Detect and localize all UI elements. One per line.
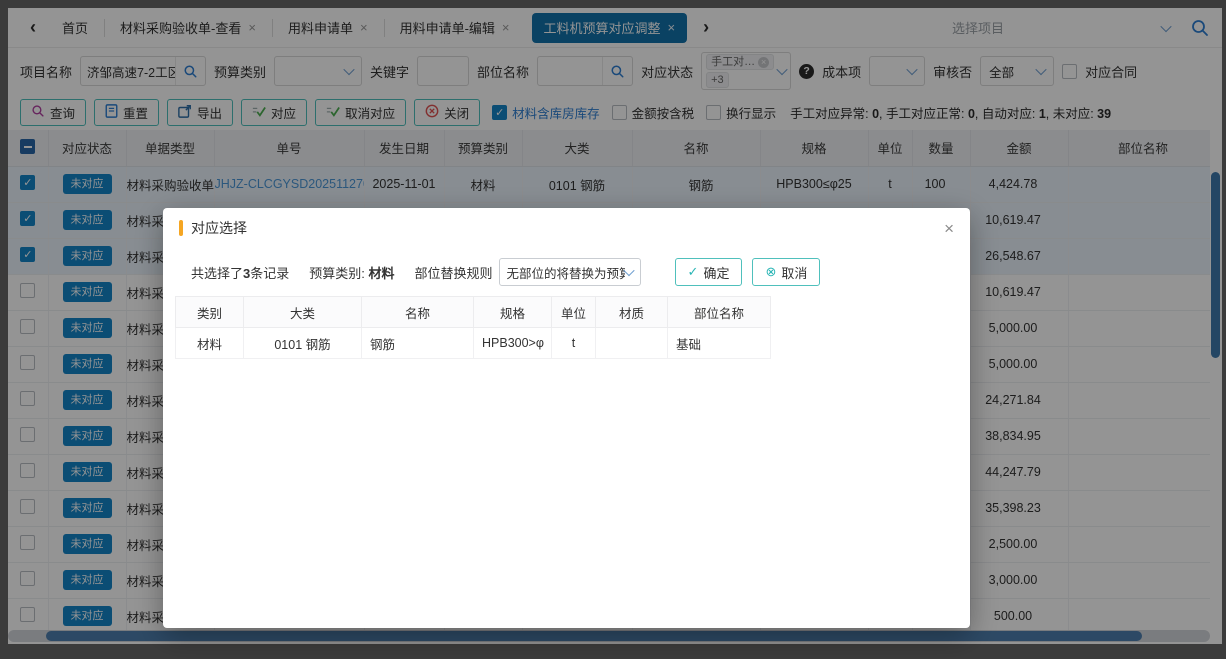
cancel-button[interactable]: ⊗取消 bbox=[752, 258, 820, 286]
dialog-cell: HPB300>φ bbox=[474, 328, 552, 359]
dialog-cell: 基础 bbox=[668, 328, 771, 359]
dialog-column-header-大类: 大类 bbox=[244, 297, 362, 328]
chevron-down-icon bbox=[623, 265, 634, 276]
replace-rule: 部位替换规则 无部位的将替换为预算部 bbox=[415, 258, 641, 286]
title-accent-bar bbox=[179, 220, 183, 236]
dialog-cell: t bbox=[552, 328, 596, 359]
dialog-subheader: 共选择了3条记录 预算类别: 材料 部位替换规则 无部位的将替换为预算部 ✓确定… bbox=[163, 248, 970, 294]
dialog-table: 类别大类名称规格单位材质部位名称材料0101 钢筋钢筋HPB300>φt 基础 bbox=[175, 296, 771, 359]
replace-rule-label: 部位替换规则 bbox=[415, 263, 493, 282]
dialog-column-header-单位: 单位 bbox=[552, 297, 596, 328]
dialog-column-header-部位名称: 部位名称 bbox=[668, 297, 771, 328]
budget-type-summary: 预算类别: 材料 bbox=[309, 263, 394, 282]
dialog-cell: 材料 bbox=[176, 328, 244, 359]
budget-type-value: 材料 bbox=[369, 266, 395, 281]
dialog-cell: 钢筋 bbox=[362, 328, 474, 359]
dialog-column-header-规格: 规格 bbox=[474, 297, 552, 328]
dialog-cell bbox=[596, 328, 668, 359]
dialog-table-row[interactable]: 材料0101 钢筋钢筋HPB300>φt 基础 bbox=[176, 328, 771, 359]
dialog-cell: 0101 钢筋 bbox=[244, 328, 362, 359]
replace-rule-select[interactable]: 无部位的将替换为预算部 bbox=[499, 258, 641, 286]
dialog-title: 对应选择 bbox=[191, 218, 944, 238]
match-select-dialog: 对应选择 × 共选择了3条记录 预算类别: 材料 部位替换规则 无部位的将替换为… bbox=[163, 208, 970, 628]
replace-rule-value: 无部位的将替换为预算部 bbox=[507, 263, 625, 282]
confirm-button[interactable]: ✓确定 bbox=[675, 258, 743, 286]
dialog-column-header-名称: 名称 bbox=[362, 297, 474, 328]
dialog-buttons: ✓确定 ⊗取消 bbox=[675, 258, 821, 286]
dialog-header: 对应选择 × bbox=[163, 208, 970, 248]
cancel-circle-icon: ⊗ bbox=[765, 264, 776, 280]
check-icon: ✓ bbox=[688, 264, 699, 280]
dialog-column-header-材质: 材质 bbox=[596, 297, 668, 328]
dialog-column-header-类别: 类别 bbox=[176, 297, 244, 328]
selected-summary: 共选择了3条记录 bbox=[191, 263, 289, 282]
close-icon[interactable]: × bbox=[944, 220, 954, 237]
